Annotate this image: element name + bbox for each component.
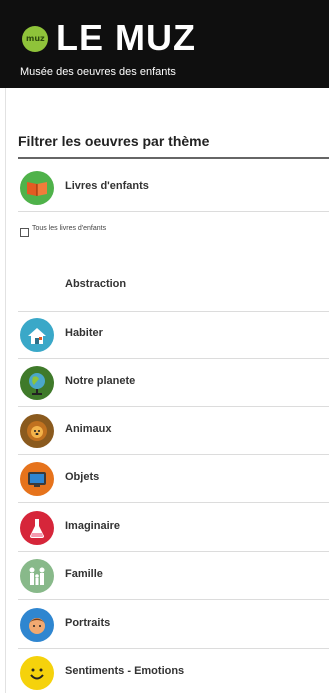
- book-icon: [20, 171, 54, 205]
- face-icon: [20, 608, 54, 642]
- theme-label: Animaux: [65, 423, 112, 435]
- all-books-checkbox-label[interactable]: Tous les livres d'enfants: [32, 225, 106, 232]
- house-icon: [20, 318, 54, 352]
- logo-icon: muz: [22, 26, 48, 52]
- theme-label: Imaginaire: [65, 520, 121, 532]
- title-divider: [18, 157, 329, 159]
- category-item-livres-enfants[interactable]: Livres d'enfants: [18, 165, 329, 212]
- category-label: Livres d'enfants: [65, 180, 149, 192]
- theme-item-sentiments-emotions[interactable]: Sentiments - Emotions: [18, 650, 329, 696]
- flask-icon: [20, 511, 54, 545]
- brand-subtitle: Musée des oeuvres des enfants: [20, 66, 176, 78]
- lion-icon: [20, 414, 54, 448]
- filter-title: Filtrer les oeuvres par thème: [18, 133, 210, 149]
- theme-item-imaginaire[interactable]: Imaginaire: [18, 505, 329, 552]
- theme-label: Habiter: [65, 327, 103, 339]
- theme-label: Objets: [65, 471, 100, 483]
- theme-item-abstraction[interactable]: Abstraction: [18, 265, 329, 312]
- family-icon: [20, 559, 54, 593]
- tv-icon: [20, 462, 54, 496]
- theme-label: Famille: [65, 568, 103, 580]
- globe-icon: [20, 366, 54, 400]
- theme-item-habiter[interactable]: Habiter: [18, 312, 329, 359]
- theme-label: Portraits: [65, 617, 111, 629]
- theme-item-animaux[interactable]: Animaux: [18, 408, 329, 455]
- theme-label: Abstraction: [65, 278, 127, 290]
- theme-label: Sentiments - Emotions: [65, 665, 185, 677]
- brand-title[interactable]: LE MUZ: [56, 18, 196, 58]
- theme-label: Notre planete: [65, 375, 136, 387]
- smiley-icon: [20, 656, 54, 690]
- app-header: muz LE MUZ Musée des oeuvres des enfants: [0, 0, 329, 88]
- theme-item-objets[interactable]: Objets: [18, 456, 329, 503]
- theme-item-portraits[interactable]: Portraits: [18, 602, 329, 649]
- theme-item-famille[interactable]: Famille: [18, 553, 329, 600]
- all-books-checkbox[interactable]: [20, 228, 29, 237]
- theme-item-notre-planete[interactable]: Notre planete: [18, 360, 329, 407]
